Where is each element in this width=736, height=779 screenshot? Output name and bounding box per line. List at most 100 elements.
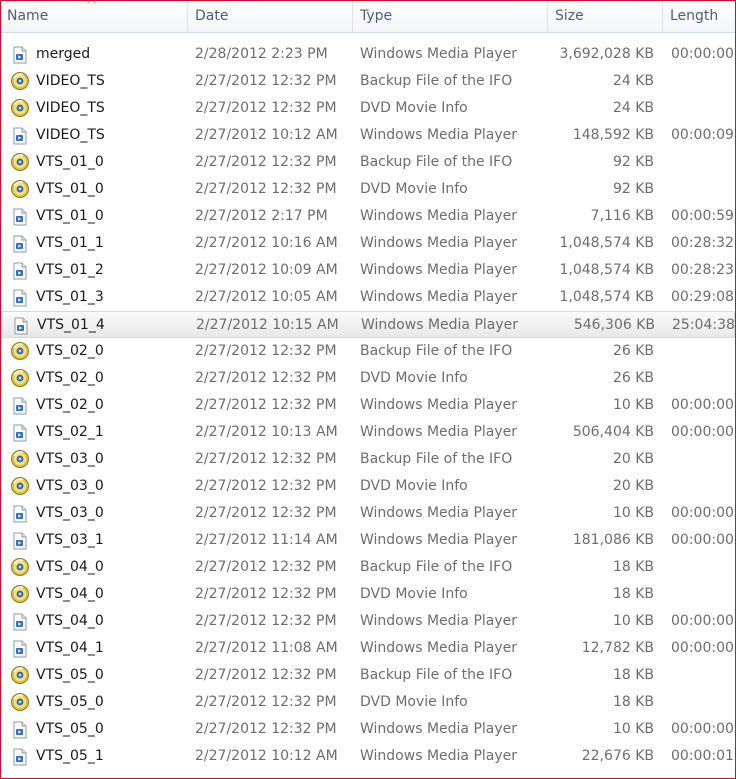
column-header-type[interactable]: Type: [354, 1, 547, 32]
file-date: 2/27/2012 10:12 AM: [195, 127, 338, 143]
file-row[interactable]: VTS_01_1 2/27/2012 10:16 AM Windows Media …: [1, 230, 735, 257]
media-file-icon: [11, 208, 29, 226]
file-row[interactable]: VTS_03_1 2/27/2012 11:14 AM Windows Media …: [1, 527, 735, 554]
disc-file-icon: [10, 557, 29, 576]
disc-file-icon: [10, 368, 29, 387]
file-size: 18 KB: [612, 559, 654, 575]
column-divider[interactable]: [187, 1, 188, 32]
file-length: 00:00:00: [671, 46, 734, 62]
file-name: VTS_02_1: [36, 424, 104, 440]
file-name: VTS_04_0: [36, 559, 104, 575]
file-row[interactable]: VTS_05_0 2/27/2012 12:32 PM DVD Movie Info…: [1, 689, 735, 716]
file-name: merged: [36, 46, 91, 62]
file-name: VTS_05_0: [36, 694, 104, 710]
column-header-length[interactable]: Length: [664, 1, 735, 32]
column-divider[interactable]: [352, 1, 353, 32]
file-row[interactable]: VTS_01_0 2/27/2012 2:17 PM Windows Media P…: [1, 203, 735, 230]
file-name: VTS_01_0: [36, 154, 104, 170]
file-name: VTS_03_0: [36, 451, 104, 467]
column-header-size[interactable]: Size: [549, 1, 662, 32]
file-name: VTS_01_0: [36, 181, 104, 197]
column-header-type-label: Type: [360, 8, 393, 24]
file-size: 18 KB: [612, 667, 654, 683]
file-row[interactable]: VIDEO_TS 2/27/2012 10:12 AM Windows Media …: [1, 122, 735, 149]
disc-file-icon: [10, 584, 29, 603]
file-size: 26 KB: [612, 343, 654, 359]
file-size: 24 KB: [612, 73, 654, 89]
file-row[interactable]: VTS_04_0 2/27/2012 12:32 PM DVD Movie Info…: [1, 581, 735, 608]
file-row[interactable]: merged 2/28/2012 2:23 PM Windows Media Pla…: [1, 41, 735, 68]
file-row[interactable]: VTS_04_0 2/27/2012 12:32 PM Windows Media …: [1, 608, 735, 635]
file-size: 18 KB: [612, 694, 654, 710]
file-row[interactable]: VTS_01_0 2/27/2012 12:32 PM DVD Movie Info…: [1, 176, 735, 203]
file-type: Backup File of the IFO: [360, 667, 513, 683]
file-row[interactable]: VTS_03_0 2/27/2012 12:32 PM Backup File of…: [1, 446, 735, 473]
file-row[interactable]: VTS_05_0 2/27/2012 12:32 PM Windows Media …: [1, 716, 735, 743]
file-row[interactable]: VTS_04_0 2/27/2012 12:32 PM Backup File of…: [1, 554, 735, 581]
file-row[interactable]: VTS_02_1 2/27/2012 10:13 AM Windows Media …: [1, 419, 735, 446]
file-name: VIDEO_TS: [36, 100, 105, 116]
file-row[interactable]: VIDEO_TS 2/27/2012 12:32 PM DVD Movie Info…: [1, 95, 735, 122]
column-divider[interactable]: [547, 1, 548, 32]
file-type: Windows Media Player: [360, 613, 518, 629]
media-file-icon: [11, 289, 29, 307]
file-name: VTS_04_1: [36, 640, 104, 656]
media-file-icon: [11, 748, 29, 766]
file-type: Windows Media Player: [360, 46, 518, 62]
file-row[interactable]: VTS_02_0 2/27/2012 12:32 PM DVD Movie Info…: [1, 365, 735, 392]
file-size: 10 KB: [612, 613, 654, 629]
file-name: VIDEO_TS: [36, 127, 105, 143]
file-type: Windows Media Player: [360, 208, 518, 224]
file-length: 00:00:00: [671, 613, 734, 629]
file-name: VTS_04_0: [36, 613, 104, 629]
disc-file-icon: [10, 98, 29, 117]
file-row[interactable]: VTS_02_0 2/27/2012 12:32 PM Windows Media …: [1, 392, 735, 419]
file-row[interactable]: VTS_04_1 2/27/2012 11:08 AM Windows Media …: [1, 635, 735, 662]
disc-file-icon: [10, 341, 29, 360]
file-name: VTS_05_1: [36, 748, 104, 764]
file-size: 26 KB: [612, 370, 654, 386]
file-size: 148,592 KB: [572, 127, 654, 143]
file-type: DVD Movie Info: [360, 586, 468, 602]
file-size: 12,782 KB: [581, 640, 654, 656]
file-date: 2/27/2012 12:32 PM: [195, 559, 337, 575]
file-type: Backup File of the IFO: [360, 343, 513, 359]
file-length: 00:28:23: [671, 262, 734, 278]
file-row[interactable]: VTS_02_0 2/27/2012 12:32 PM Backup File of…: [1, 338, 735, 365]
column-header-size-label: Size: [555, 8, 584, 24]
file-name: VTS_02_0: [36, 343, 104, 359]
file-name: VTS_01_4: [37, 317, 105, 333]
file-date: 2/27/2012 12:32 PM: [195, 181, 337, 197]
file-row[interactable]: VTS_05_0 2/27/2012 12:32 PM Backup File of…: [1, 662, 735, 689]
file-type: Windows Media Player: [361, 317, 519, 333]
column-header-date[interactable]: Date: [189, 1, 352, 32]
file-row[interactable]: VTS_05_1 2/27/2012 10:12 AM Windows Media …: [1, 743, 735, 770]
column-header-name[interactable]: Name: [1, 1, 187, 32]
file-list-view: Name Date Type Size Length merged 2/28/20…: [0, 0, 736, 779]
file-date: 2/27/2012 11:08 AM: [195, 640, 338, 656]
file-name: VTS_03_0: [36, 478, 104, 494]
column-header-bar: Name Date Type Size Length: [1, 1, 735, 33]
file-date: 2/27/2012 12:32 PM: [195, 397, 337, 413]
file-row[interactable]: VIDEO_TS 2/27/2012 12:32 PM Backup File of…: [1, 68, 735, 95]
file-row[interactable]: VTS_03_0 2/27/2012 12:32 PM DVD Movie Info…: [1, 473, 735, 500]
file-name: VTS_02_0: [36, 370, 104, 386]
file-size: 7,116 KB: [590, 208, 654, 224]
file-date: 2/27/2012 10:05 AM: [195, 289, 338, 305]
file-size: 22,676 KB: [581, 748, 654, 764]
media-file-icon: [11, 46, 29, 64]
file-row[interactable]: VTS_01_0 2/27/2012 12:32 PM Backup File of…: [1, 149, 735, 176]
file-date: 2/27/2012 12:32 PM: [195, 451, 337, 467]
file-row[interactable]: VTS_03_0 2/27/2012 12:32 PM Windows Media …: [1, 500, 735, 527]
file-row[interactable]: VTS_01_2 2/27/2012 10:09 AM Windows Media …: [1, 257, 735, 284]
file-row[interactable]: VTS_01_3 2/27/2012 10:05 AM Windows Media …: [1, 284, 735, 311]
media-file-icon: [11, 532, 29, 550]
file-type: Windows Media Player: [360, 721, 518, 737]
column-divider[interactable]: [662, 1, 663, 32]
file-row[interactable]: VTS_01_4 2/27/2012 10:15 AM Windows Media …: [1, 311, 735, 338]
file-type: Backup File of the IFO: [360, 559, 513, 575]
file-date: 2/27/2012 12:32 PM: [195, 613, 337, 629]
file-date: 2/27/2012 2:17 PM: [195, 208, 328, 224]
file-name: VTS_04_0: [36, 586, 104, 602]
media-file-icon: [11, 424, 29, 442]
